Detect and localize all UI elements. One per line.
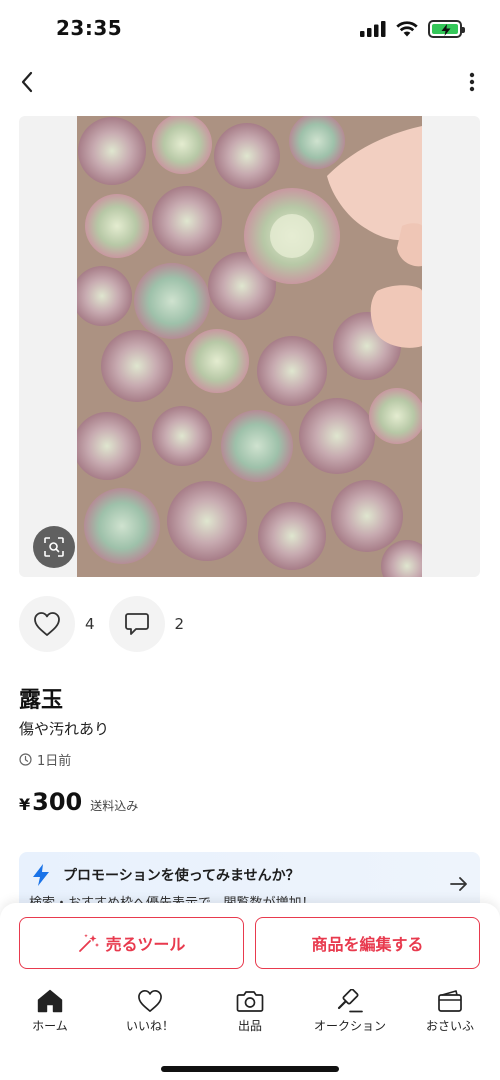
camera-icon [236,991,264,1012]
tab-wallet[interactable]: おさいふ [400,987,500,1047]
edit-item-button[interactable]: 商品を編集する [255,917,480,969]
chevron-left-icon [21,71,33,93]
tab-auction-label: オークション [313,1019,386,1033]
heart-icon [34,612,60,636]
price: ¥ 300 送料込み [19,788,138,816]
comment-button[interactable] [108,596,165,652]
image-search-button[interactable] [33,526,75,568]
cellular-signal-icon [360,21,386,37]
heart-icon [138,990,162,1012]
more-options-button[interactable] [462,66,482,98]
wallet-icon [438,990,462,1012]
home-indicator [161,1066,339,1072]
more-vertical-icon [469,72,475,92]
battery-level [432,24,458,36]
price-symbol: ¥ [19,795,31,814]
status-bar: 23:35 [0,0,500,56]
posted-time: 1日前 [19,750,71,769]
tab-bar: ホーム いいね！ 出品 オークション おさいふ [0,987,500,1047]
product-photo-area[interactable] [19,116,480,577]
arrow-right-icon [450,877,467,891]
tab-wallet-label: おさいふ [425,1019,474,1033]
tab-listing[interactable]: 出品 [200,987,300,1047]
promotion-title: プロモーションを使ってみませんか？ [63,868,300,884]
comment-icon [124,613,149,635]
item-actions: 4 2 [19,596,198,652]
status-time: 23:35 [56,16,123,40]
clock-icon [19,753,32,766]
comment-count: 2 [174,615,185,633]
like-count: 4 [85,615,95,633]
posted-time-label: 1日前 [37,754,72,769]
gavel-icon [337,989,363,1013]
sell-tool-label: 売るツール [105,935,186,954]
tab-auction[interactable]: オークション [300,987,400,1047]
home-icon [37,989,63,1013]
lightning-icon [33,864,49,886]
tab-home-label: ホーム [32,1019,68,1033]
product-photo[interactable] [77,116,422,577]
product-condition: 傷や汚れあり [19,720,110,738]
shipping-note: 送料込み [90,799,139,813]
magic-wand-icon [78,934,99,952]
back-button[interactable] [12,66,42,98]
bottom-panel: 売るツール 商品を編集する ホーム いいね！ 出品 オークション おさいふ [0,903,500,1080]
status-icons [360,20,465,38]
like-button[interactable] [19,596,75,652]
nav-bar [0,60,500,104]
tab-listing-label: 出品 [237,1019,262,1033]
image-search-icon [44,537,64,557]
battery-charging-icon [428,20,465,38]
product-title: 露玉 [19,688,64,713]
edit-item-label: 商品を編集する [311,935,424,954]
price-value: 300 [32,788,83,816]
tab-home[interactable]: ホーム [0,987,100,1047]
tab-likes-label: いいね！ [125,1019,174,1033]
tab-likes[interactable]: いいね！ [100,987,200,1047]
sell-tool-button[interactable]: 売るツール [19,917,244,969]
wifi-icon [396,21,418,37]
